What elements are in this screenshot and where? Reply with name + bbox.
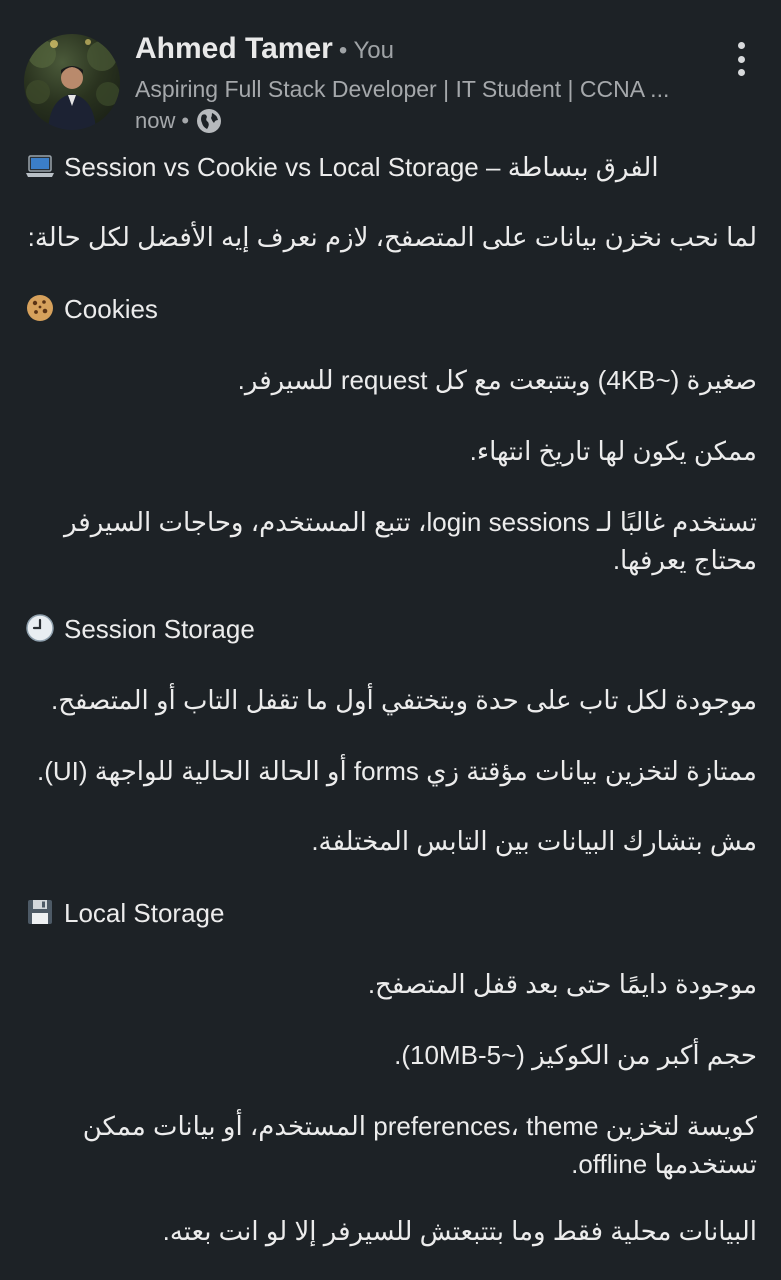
cookies-heading: Cookies xyxy=(64,294,158,324)
meta-separator: • xyxy=(181,108,190,133)
author-headline: Aspiring Full Stack Developer | IT Stude… xyxy=(135,76,670,102)
post-time: now xyxy=(135,108,176,133)
post-card: Ahmed Tamer • You Aspiring Full Stack De… xyxy=(0,0,781,1280)
floppy-disk-icon xyxy=(24,896,56,928)
session-heading: Session Storage xyxy=(64,614,255,644)
cookies-point-3-line-1: تستخدم غالبًا لـ login sessions، تتبع ال… xyxy=(63,507,757,537)
session-point-1: موجودة لكل تاب على حدة وبتختفي أول ما تق… xyxy=(51,685,757,715)
author-name[interactable]: Ahmed Tamer xyxy=(135,32,333,66)
post-header: Ahmed Tamer • You Aspiring Full Stack De… xyxy=(24,32,757,133)
more-dot xyxy=(737,69,745,76)
more-dot xyxy=(737,55,745,63)
author-block: Ahmed Tamer • You Aspiring Full Stack De… xyxy=(135,32,715,138)
cookies-point-2: ممكن يكون لها تاريخ انتهاء. xyxy=(469,436,757,466)
session-heading-line: Session Storage xyxy=(24,610,757,648)
cookie-icon xyxy=(24,292,56,324)
cookies-point-1: صغيرة (~4KB) وبتتبعت مع كل request للسير… xyxy=(237,365,757,395)
local-point-3-line-2: تستخدمها offline. xyxy=(571,1149,757,1179)
clock-icon xyxy=(24,612,56,644)
local-point-4: البيانات محلية فقط وما بتتبعتش للسيرفر إ… xyxy=(162,1216,757,1246)
post-title: Session vs Cookie vs Local Storage – الف… xyxy=(64,152,659,182)
more-dot xyxy=(737,42,745,49)
post-title-line: Session vs Cookie vs Local Storage – الف… xyxy=(24,148,757,186)
local-point-1: موجودة دايمًا حتى بعد قفل المتصفح. xyxy=(367,969,757,999)
intro-line: لما نحب نخزن بيانات على المتصفح، لازم نع… xyxy=(27,222,757,252)
cookies-heading-line: Cookies xyxy=(24,290,757,328)
local-heading: Local Storage xyxy=(64,898,225,928)
author-avatar[interactable] xyxy=(24,34,120,130)
local-point-2: حجم أكبر من الكوكيز (~5-10MB). xyxy=(394,1040,757,1070)
post-meta: now • xyxy=(135,104,715,138)
globe-icon xyxy=(195,107,223,135)
cookies-point-3-line-2: محتاج يعرفها. xyxy=(612,545,757,575)
laptop-icon xyxy=(24,150,56,182)
local-heading-line: Local Storage xyxy=(24,894,757,932)
you-tag: • You xyxy=(338,37,394,64)
more-options-icon[interactable] xyxy=(733,42,749,76)
local-point-3-line-1: كويسة لتخزين preferences، theme المستخدم… xyxy=(82,1111,757,1141)
name-row: Ahmed Tamer • You xyxy=(135,32,715,74)
session-point-3: مش بتشارك البيانات بين التابس المختلفة. xyxy=(311,826,757,856)
session-point-2: ممتازة لتخزين بيانات مؤقتة زي forms أو ا… xyxy=(37,756,757,786)
